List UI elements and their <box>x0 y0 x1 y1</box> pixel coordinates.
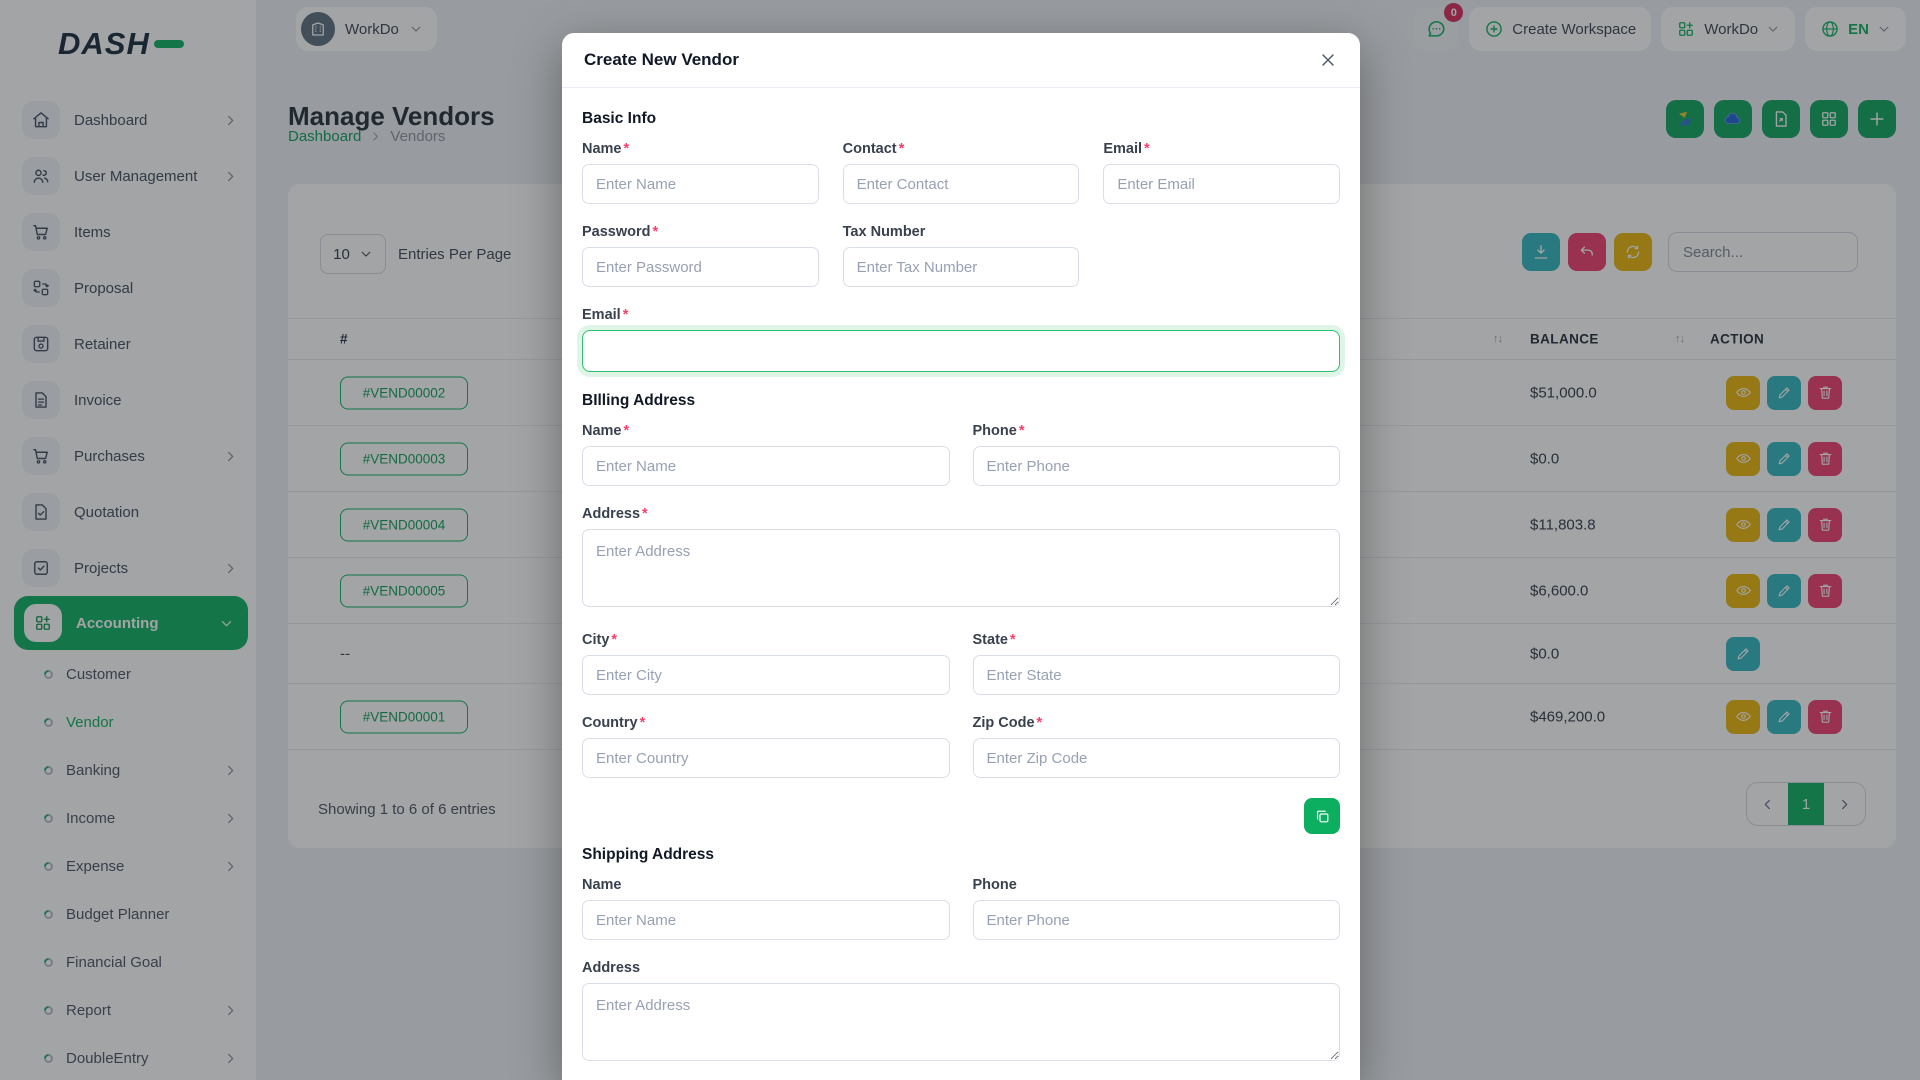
close-button[interactable] <box>1318 50 1338 70</box>
required-mark: * <box>611 632 618 648</box>
field-shipping-name: Name <box>582 877 950 940</box>
field-shipping-address: Address <box>582 960 1340 1066</box>
billing-name-input[interactable] <box>582 446 950 486</box>
required-mark: * <box>1144 141 1150 157</box>
required-mark: * <box>642 506 648 522</box>
section-basic-info: Basic Info <box>582 110 657 127</box>
field-name: Name * <box>582 141 819 204</box>
required-mark: * <box>1018 423 1025 439</box>
modal-body: Basic Info Name* Contact* Email* Passwor… <box>562 88 1360 1066</box>
required-mark: * <box>639 715 646 731</box>
field-tax-number: Tax Number <box>842 224 1080 287</box>
city-input[interactable] <box>582 655 950 695</box>
field-billing-address: Address * <box>582 506 1340 612</box>
required-mark: * <box>623 423 630 439</box>
country-input[interactable] <box>582 738 950 778</box>
tax-number-input[interactable] <box>842 247 1080 287</box>
section-shipping-address: Shipping Address <box>582 846 715 863</box>
shipping-address-textarea[interactable] <box>582 983 1340 1061</box>
field-password: Password * <box>582 224 819 287</box>
field-city: City * <box>582 632 950 695</box>
password-input[interactable] <box>582 247 819 287</box>
modal-header: Create New Vendor <box>562 33 1360 88</box>
shipping-name-input[interactable] <box>582 900 950 940</box>
app-window: DASH Dashboard User Management Items Pro… <box>0 0 1920 1080</box>
field-state: State * <box>972 632 1340 695</box>
field-zip: Zip Code * <box>972 715 1340 778</box>
required-mark: * <box>652 224 659 240</box>
modal-title: Create New Vendor <box>584 50 739 69</box>
required-mark: * <box>622 307 629 323</box>
required-mark: * <box>1009 632 1016 648</box>
close-icon <box>1322 54 1334 66</box>
field-email: Email * <box>1103 141 1340 204</box>
field-contact: Contact * <box>842 141 1080 204</box>
required-mark: * <box>898 141 905 157</box>
required-mark: * <box>1036 715 1043 731</box>
billing-phone-input[interactable] <box>972 446 1340 486</box>
state-input[interactable] <box>972 655 1340 695</box>
field-billing-phone: Phone * <box>972 423 1340 486</box>
copy-icon <box>1316 810 1328 822</box>
contact-input[interactable] <box>842 164 1080 204</box>
billing-address-textarea[interactable] <box>582 529 1340 607</box>
shipping-phone-input[interactable] <box>972 900 1340 940</box>
field-shipping-phone: Phone <box>972 877 1340 940</box>
create-vendor-modal: Create New Vendor Basic Info Name* Conta… <box>562 33 1360 1080</box>
zip-input[interactable] <box>972 738 1340 778</box>
required-mark: * <box>623 141 630 157</box>
name-input[interactable] <box>582 164 819 204</box>
field-billing-name: Name * <box>582 423 950 486</box>
email-input[interactable] <box>1103 164 1340 204</box>
section-billing-address: BIlling Address <box>582 392 696 409</box>
field-login-email: Email * <box>582 307 1340 372</box>
login-email-input[interactable] <box>582 330 1340 372</box>
copy-billing-to-shipping-button[interactable] <box>1304 798 1340 834</box>
field-country: Country * <box>582 715 950 778</box>
